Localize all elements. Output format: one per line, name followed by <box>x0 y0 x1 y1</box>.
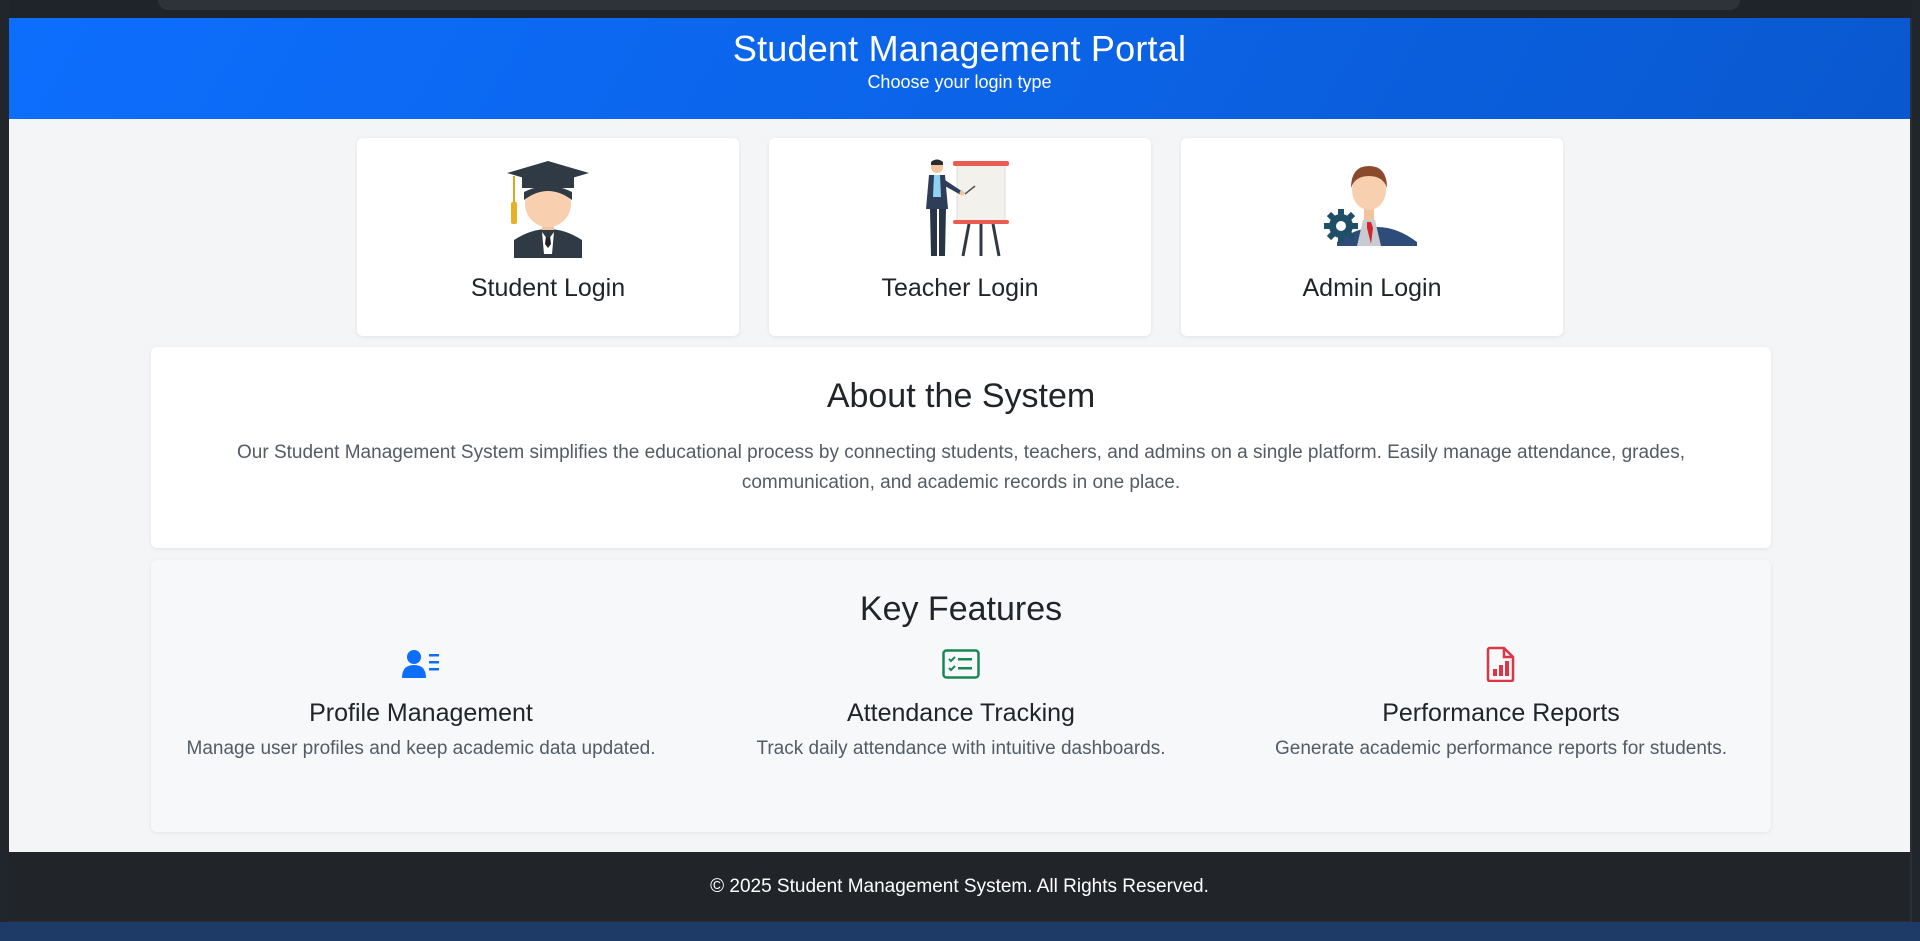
main-content: Student Login Teacher Login Admin Login … <box>9 119 1910 852</box>
page-title: Student Management Portal <box>732 28 1187 69</box>
browser-bar <box>158 0 1740 10</box>
feature-title: Performance Reports <box>1382 699 1620 727</box>
feature-text: Track daily attendance with intuitive da… <box>756 738 1166 759</box>
feature-performance-reports: Performance Reports Generate academic pe… <box>1231 646 1771 760</box>
desktop-left-edge <box>0 0 9 941</box>
student-login-card[interactable]: Student Login <box>357 138 739 336</box>
admin-login-card[interactable]: Admin Login <box>1181 138 1563 336</box>
admin-gear-icon <box>1324 166 1417 246</box>
feature-title: Profile Management <box>309 699 533 727</box>
checklist-card-icon <box>942 649 980 679</box>
about-title: About the System <box>826 377 1096 415</box>
page-footer: © 2025 Student Management System. All Ri… <box>9 852 1910 921</box>
feature-profile-management: Profile Management Manage user profiles … <box>151 646 691 760</box>
graduate-icon <box>507 161 589 258</box>
features-title: Key Features <box>859 590 1063 628</box>
feature-text: Manage user profiles and keep academic d… <box>186 738 656 759</box>
student-login-label: Student Login <box>470 274 626 302</box>
footer-copyright: © 2025 Student Management System. All Ri… <box>710 876 1209 897</box>
desktop-right-edge <box>1912 0 1920 941</box>
feature-attendance-tracking: Attendance Tracking Track daily attendan… <box>691 646 1231 760</box>
teacher-presentation-icon <box>926 159 1009 257</box>
report-chart-icon <box>1486 646 1515 682</box>
admin-login-label: Admin Login <box>1302 274 1442 302</box>
taskbar <box>0 922 1920 941</box>
app-window: Student Management Portal Choose your lo… <box>9 18 1910 921</box>
user-list-icon <box>402 650 439 678</box>
feature-text: Generate academic performance reports fo… <box>1274 738 1727 759</box>
feature-title: Attendance Tracking <box>847 699 1075 727</box>
page-subtitle: Choose your login type <box>867 72 1052 92</box>
about-text: Our Student Management System simplifies… <box>237 442 1685 493</box>
teacher-login-card[interactable]: Teacher Login <box>769 138 1151 336</box>
about-section: About the System Our Student Management … <box>151 347 1771 548</box>
page-header: Student Management Portal Choose your lo… <box>9 18 1910 119</box>
features-section: Key Features Profile Management Manage u… <box>151 560 1771 832</box>
teacher-login-label: Teacher Login <box>881 274 1039 302</box>
